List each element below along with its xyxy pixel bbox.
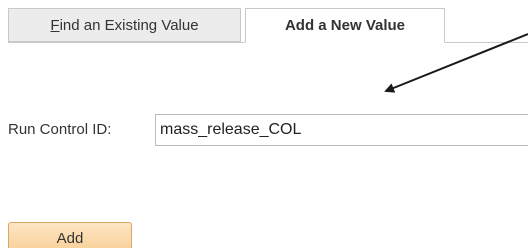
page: Find an Existing Value Add a New Value R… <box>0 0 528 248</box>
tab-find-access-key: F <box>50 16 60 34</box>
tab-strip: Find an Existing Value Add a New Value <box>0 0 528 44</box>
run-control-id-input[interactable] <box>155 114 528 146</box>
add-button[interactable]: Add <box>8 222 132 248</box>
run-control-id-label: Run Control ID: <box>8 121 112 138</box>
tab-find-label: ind an Existing Value <box>59 16 199 34</box>
tab-add-new-value[interactable]: Add a New Value <box>245 8 445 43</box>
tab-find-existing-value[interactable]: Find an Existing Value <box>8 8 241 42</box>
tab-add-label: Add a New Value <box>284 17 406 34</box>
